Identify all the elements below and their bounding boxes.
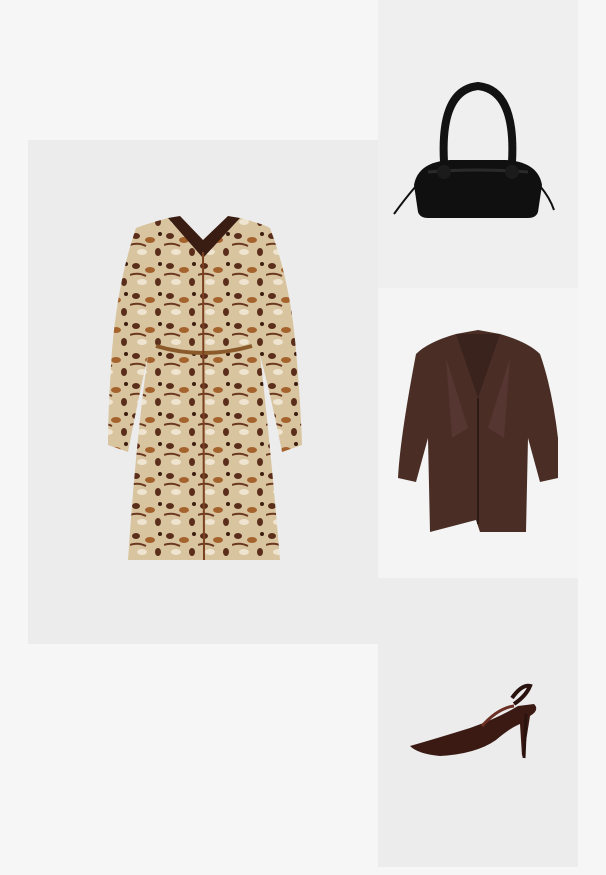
black-handbag-image: [393, 81, 555, 218]
product-tile-dress[interactable]: [28, 140, 378, 644]
slingback-pump-image: [410, 683, 537, 759]
leopard-print-dress-image: [108, 216, 302, 561]
brown-blazer-image: [398, 330, 558, 532]
product-tile-blazer[interactable]: [378, 288, 578, 578]
product-tile-bag[interactable]: [378, 0, 578, 288]
product-tile-shoe[interactable]: [378, 578, 578, 867]
